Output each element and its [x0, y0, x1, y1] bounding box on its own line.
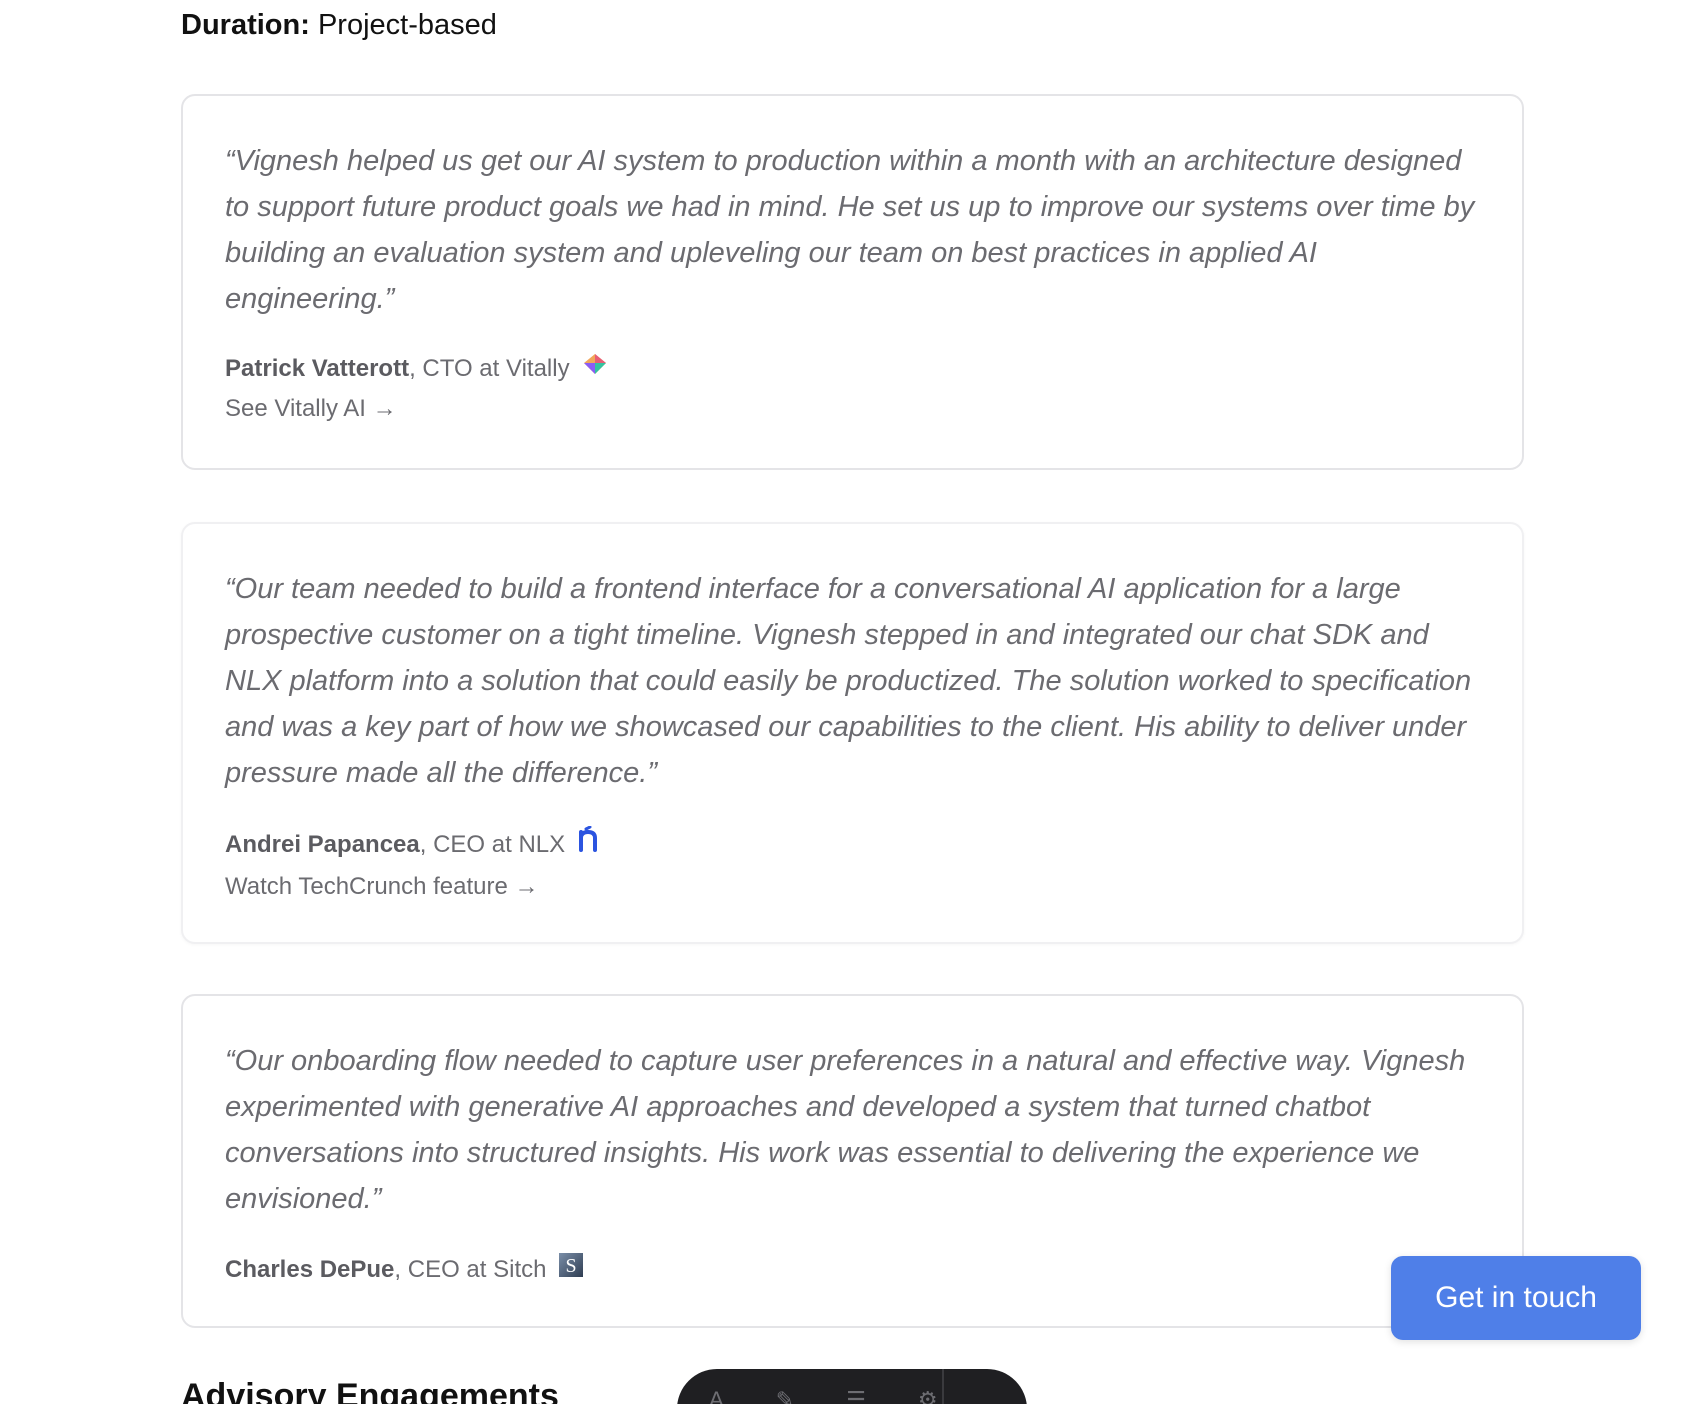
watch-techcrunch-link[interactable]: Watch TechCrunch feature →	[225, 871, 538, 903]
svg-text:S: S	[566, 1255, 577, 1277]
page: Duration: Project-based “Vignesh helped …	[0, 0, 1704, 1404]
get-in-touch-button[interactable]: Get in touch	[1391, 1256, 1641, 1340]
author-role: , CEO at NLX	[419, 830, 566, 858]
author-name: Andrei Papancea	[225, 830, 420, 858]
see-vitally-link[interactable]: See Vitally AI →	[225, 393, 397, 425]
duration-label: Duration:	[181, 9, 310, 41]
floating-toolbar: A ✎ ☰ ⚙	[677, 1369, 1027, 1404]
section-heading: Advisory Engagements	[181, 1377, 559, 1404]
testimonial-quote: “Our team needed to build a frontend int…	[225, 573, 1472, 789]
testimonial-card: “Our team needed to build a frontend int…	[181, 522, 1524, 944]
author-name: Patrick Vatterott	[225, 354, 410, 382]
settings-icon[interactable]: ⚙	[918, 1387, 938, 1404]
sitch-logo-icon: S	[558, 1252, 584, 1287]
nlx-logo-icon	[577, 825, 603, 863]
text-icon[interactable]: A	[709, 1387, 724, 1404]
author-role: , CTO at Vitally	[409, 354, 570, 382]
testimonial-author: Charles DePue , CEO at Sitch S	[225, 1252, 1480, 1287]
testimonial-author: Patrick Vatterott , CTO at Vitally	[225, 352, 1480, 385]
toolbar-divider	[942, 1369, 944, 1404]
duration-line: Duration: Project-based	[181, 6, 497, 44]
author-role: , CEO at Sitch	[394, 1255, 547, 1283]
vitally-logo-icon	[582, 352, 608, 385]
duration-value: Project-based	[317, 9, 497, 41]
testimonial-author: Andrei Papancea , CEO at NLX	[225, 825, 1480, 863]
pen-icon[interactable]: ✎	[776, 1387, 794, 1404]
testimonial-card: “Our onboarding flow needed to capture u…	[181, 994, 1524, 1328]
testimonial-quote: “Our onboarding flow needed to capture u…	[225, 1045, 1466, 1215]
testimonial-card: “Vignesh helped us get our AI system to …	[181, 94, 1524, 470]
list-icon[interactable]: ☰	[846, 1387, 866, 1404]
testimonial-quote: “Vignesh helped us get our AI system to …	[225, 145, 1475, 315]
author-name: Charles DePue	[225, 1255, 395, 1283]
